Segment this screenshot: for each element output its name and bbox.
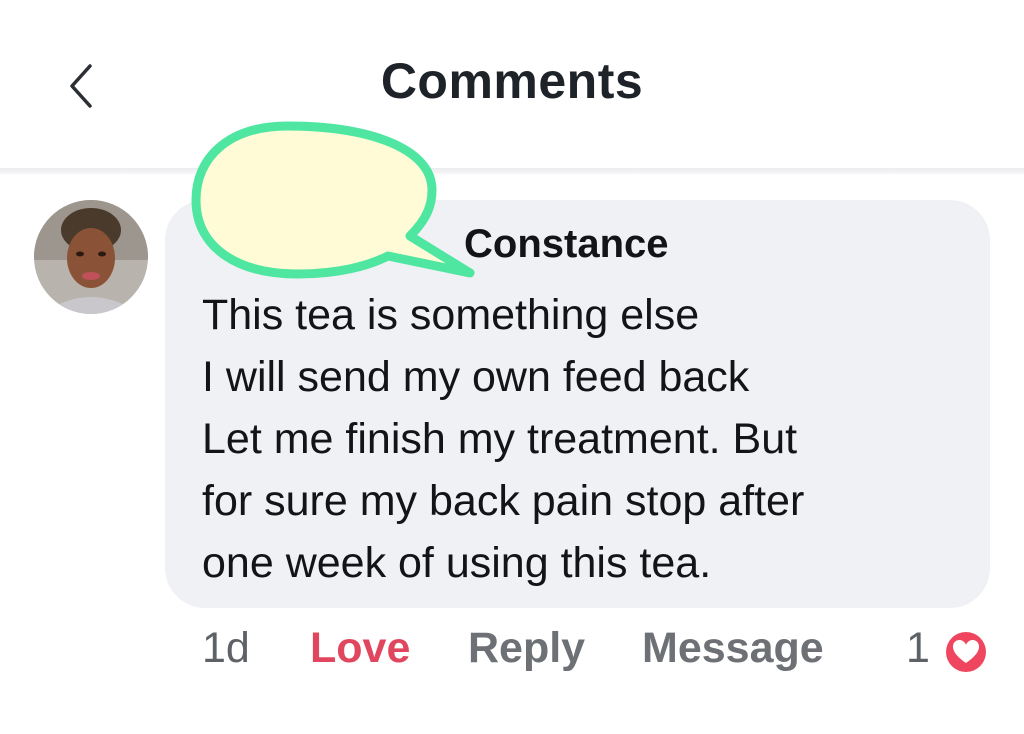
comments-screen: Comments Constance This tea is something… bbox=[0, 0, 1024, 734]
author-name-visible: Constance bbox=[464, 222, 669, 266]
profile-photo bbox=[34, 200, 148, 314]
redaction-speech-bubble-overlay bbox=[191, 121, 475, 279]
heart-reaction-icon[interactable] bbox=[942, 628, 990, 676]
message-button[interactable]: Message bbox=[642, 624, 824, 673]
comment-line: I will send my own feed back bbox=[202, 353, 750, 401]
header-divider bbox=[0, 168, 1024, 174]
header-bar: Comments bbox=[0, 0, 1024, 174]
comment-text: This tea is something else I will send m… bbox=[202, 284, 972, 594]
avatar[interactable] bbox=[34, 200, 148, 314]
comment-line: This tea is something else bbox=[202, 291, 700, 339]
comment-timestamp: 1d bbox=[202, 624, 250, 672]
reaction-count[interactable]: 1 bbox=[906, 624, 930, 673]
comment-line: Let me finish my treatment. But bbox=[202, 415, 798, 463]
love-button[interactable]: Love bbox=[310, 624, 410, 673]
reply-button[interactable]: Reply bbox=[468, 624, 585, 673]
comment-line: for sure my back pain stop after bbox=[202, 477, 805, 525]
comment-line: one week of using this tea. bbox=[202, 539, 712, 587]
comment-actions: 1d Love Reply Message 1 bbox=[0, 624, 1024, 684]
page-title: Comments bbox=[380, 53, 644, 109]
